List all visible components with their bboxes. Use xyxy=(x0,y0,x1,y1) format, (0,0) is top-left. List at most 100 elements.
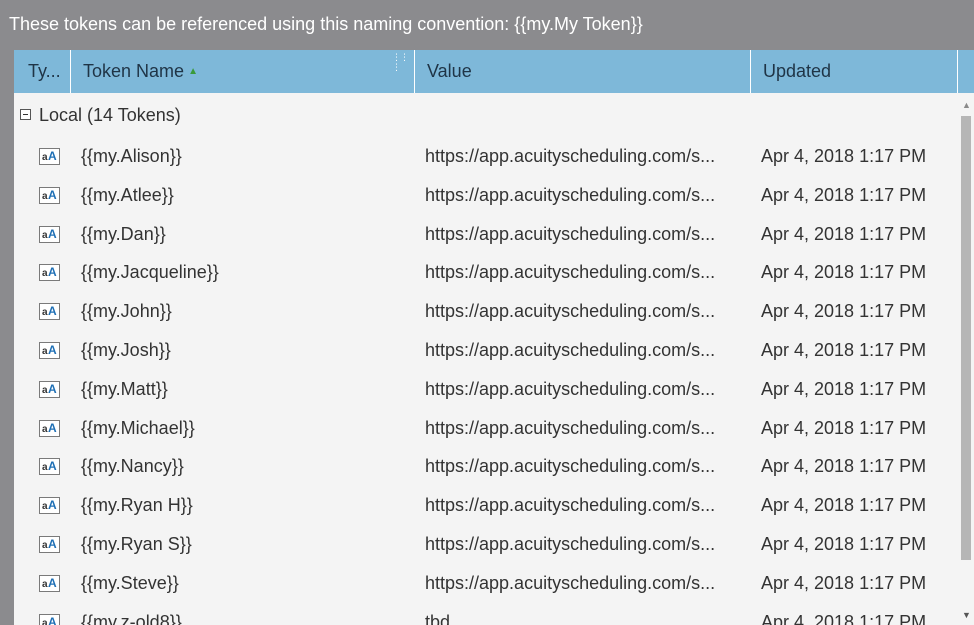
token-value-cell[interactable]: https://app.acuityscheduling.com/s... xyxy=(425,137,747,176)
text-token-icon: aA xyxy=(39,574,60,592)
scrollbar-thumb[interactable] xyxy=(961,116,971,560)
text-token-icon: aA xyxy=(39,458,60,476)
token-value-cell[interactable]: https://app.acuityscheduling.com/s... xyxy=(425,370,747,409)
text-token-icon: aA xyxy=(39,186,60,204)
table-row[interactable]: a A {{my.John}} https://app.acuityschedulin… xyxy=(14,292,958,331)
type-cell: aA xyxy=(38,253,62,292)
token-value-cell[interactable]: https://app.acuityscheduling.com/s... xyxy=(425,292,747,331)
collapse-icon[interactable] xyxy=(20,108,31,120)
token-name-cell[interactable]: {{my.Alison}} xyxy=(81,137,411,176)
text-token-icon: aA xyxy=(39,613,60,625)
type-cell: aA xyxy=(38,215,62,254)
table-row[interactable]: a A {{my.Michael}} https://app.acuityschedu… xyxy=(14,409,958,448)
column-menu-icon[interactable]: ⋮⋮ ⋮ xyxy=(392,52,409,72)
column-header-token-name[interactable]: Token Name ▲ ⋮⋮ ⋮ xyxy=(71,50,415,93)
table-row[interactable]: a A {{my.Nancy}} https://app.acuityscheduli… xyxy=(14,447,958,486)
token-value-cell[interactable]: https://app.acuityscheduling.com/s... xyxy=(425,525,747,564)
type-cell: aA xyxy=(38,603,62,625)
table-row[interactable]: a A {{my.Alison}} https://app.acuityschedul… xyxy=(14,137,958,176)
token-name-cell[interactable]: {{my.Josh}} xyxy=(81,331,411,370)
table-row[interactable]: a A {{my.Ryan H}} https://app.acuityschedul… xyxy=(14,486,958,525)
column-header-token-name-label: Token Name xyxy=(83,61,185,81)
group-row-local[interactable]: Local (14 Tokens) xyxy=(14,93,958,137)
type-cell: aA xyxy=(38,370,62,409)
column-header-type[interactable]: Ty... xyxy=(14,50,71,93)
token-value-cell[interactable]: tbd xyxy=(425,603,747,625)
token-value-cell[interactable]: https://app.acuityscheduling.com/s... xyxy=(425,253,747,292)
text-token-icon: aA xyxy=(39,148,60,165)
column-header-type-label: Ty... xyxy=(28,61,61,81)
token-name-cell[interactable]: {{my.Matt}} xyxy=(81,370,411,409)
table-row[interactable]: a A {{my.Jacqueline}} https://app.acuitysch… xyxy=(14,253,958,292)
sort-ascending-icon: ▲ xyxy=(188,66,198,78)
text-token-icon: aA xyxy=(39,497,60,515)
type-cell: aA xyxy=(38,137,62,176)
column-header-value-label: Value xyxy=(427,61,472,81)
token-name-cell[interactable]: {{my.z-old8}} xyxy=(81,603,411,625)
table-row[interactable]: a A {{my.Atlee}} https://app.acuityscheduli… xyxy=(14,176,958,215)
token-name-cell[interactable]: {{my.Ryan H}} xyxy=(81,486,411,525)
text-token-icon: aA xyxy=(39,419,60,437)
scroll-up-icon[interactable]: ▲ xyxy=(962,101,971,110)
token-rows: a A {{my.Alison}} https://app.acuityschedul… xyxy=(14,137,958,625)
token-updated-cell: Apr 4, 2018 1:17 PM xyxy=(761,223,927,244)
token-updated-cell: Apr 4, 2018 1:17 PM xyxy=(761,417,927,438)
table-row[interactable]: a A {{my.z-old8}} tbd Apr 4, 2018 1:17 PM xyxy=(14,603,958,625)
type-cell: aA xyxy=(38,486,62,525)
token-updated-cell: Apr 4, 2018 1:17 PM xyxy=(761,456,927,477)
token-name-cell[interactable]: {{my.John}} xyxy=(81,292,411,331)
token-updated-cell: Apr 4, 2018 1:17 PM xyxy=(761,184,927,205)
type-cell: aA xyxy=(38,564,62,603)
type-cell: aA xyxy=(38,409,62,448)
token-value-cell[interactable]: https://app.acuityscheduling.com/s... xyxy=(425,331,747,370)
type-cell: aA xyxy=(38,447,62,486)
scroll-down-icon[interactable]: ▼ xyxy=(962,611,971,620)
column-header-spacer xyxy=(958,50,974,93)
token-name-cell[interactable]: {{my.Ryan S}} xyxy=(81,525,411,564)
type-cell: aA xyxy=(38,292,62,331)
token-updated-cell: Apr 4, 2018 1:17 PM xyxy=(761,146,927,166)
token-value-cell[interactable]: https://app.acuityscheduling.com/s... xyxy=(425,486,747,525)
grid-header: Ty... Token Name ▲ ⋮⋮ ⋮ Value Updated xyxy=(14,50,974,93)
text-token-icon: aA xyxy=(39,264,60,282)
token-value-cell[interactable]: https://app.acuityscheduling.com/s... xyxy=(425,564,747,603)
table-row[interactable]: a A {{my.Matt}} https://app.acuityschedulin… xyxy=(14,370,958,409)
token-name-cell[interactable]: {{my.Nancy}} xyxy=(81,447,411,486)
text-token-icon: aA xyxy=(39,380,60,398)
token-updated-cell: Apr 4, 2018 1:17 PM xyxy=(761,533,927,554)
token-name-cell[interactable]: {{my.Steve}} xyxy=(81,564,411,603)
text-token-icon: aA xyxy=(39,535,60,553)
tokens-grid: Ty... Token Name ▲ ⋮⋮ ⋮ Value Updated Loca… xyxy=(14,50,974,625)
table-row[interactable]: a A {{my.Josh}} https://app.acuityschedulin… xyxy=(14,331,958,370)
token-name-cell[interactable]: {{my.Jacqueline}} xyxy=(81,253,411,292)
grid-body: Local (14 Tokens) a A {{my.Alison}} https:/… xyxy=(14,93,958,625)
token-updated-cell: Apr 4, 2018 1:17 PM xyxy=(761,495,927,516)
column-header-value[interactable]: Value xyxy=(415,50,751,93)
token-name-cell[interactable]: {{my.Dan}} xyxy=(81,215,411,254)
token-updated-cell: Apr 4, 2018 1:17 PM xyxy=(761,378,927,399)
group-label: Local (14 Tokens) xyxy=(39,105,181,125)
token-updated-cell: Apr 4, 2018 1:17 PM xyxy=(761,301,927,322)
text-token-icon: aA xyxy=(39,341,60,359)
token-updated-cell: Apr 4, 2018 1:17 PM xyxy=(761,339,927,360)
token-updated-cell: Apr 4, 2018 1:17 PM xyxy=(761,611,927,625)
table-row[interactable]: a A {{my.Dan}} https://app.acuityscheduling… xyxy=(14,215,958,254)
token-updated-cell: Apr 4, 2018 1:17 PM xyxy=(761,262,927,283)
column-header-updated[interactable]: Updated xyxy=(751,50,958,93)
token-value-cell[interactable]: https://app.acuityscheduling.com/s... xyxy=(425,176,747,215)
table-row[interactable]: a A {{my.Ryan S}} https://app.acuityschedul… xyxy=(14,525,958,564)
type-cell: aA xyxy=(38,331,62,370)
token-name-cell[interactable]: {{my.Atlee}} xyxy=(81,176,411,215)
token-value-cell[interactable]: https://app.acuityscheduling.com/s... xyxy=(425,409,747,448)
token-updated-cell: Apr 4, 2018 1:17 PM xyxy=(761,572,927,593)
text-token-icon: aA xyxy=(39,303,60,321)
token-value-cell[interactable]: https://app.acuityscheduling.com/s... xyxy=(425,447,747,486)
type-cell: aA xyxy=(38,525,62,564)
type-cell: aA xyxy=(38,176,62,215)
token-value-cell[interactable]: https://app.acuityscheduling.com/s... xyxy=(425,215,747,254)
table-row[interactable]: a A {{my.Steve}} https://app.acuityscheduli… xyxy=(14,564,958,603)
token-name-cell[interactable]: {{my.Michael}} xyxy=(81,409,411,448)
column-header-updated-label: Updated xyxy=(763,61,832,81)
text-token-icon: aA xyxy=(39,225,60,243)
vertical-scrollbar[interactable]: ▲ ▼ xyxy=(958,93,974,625)
